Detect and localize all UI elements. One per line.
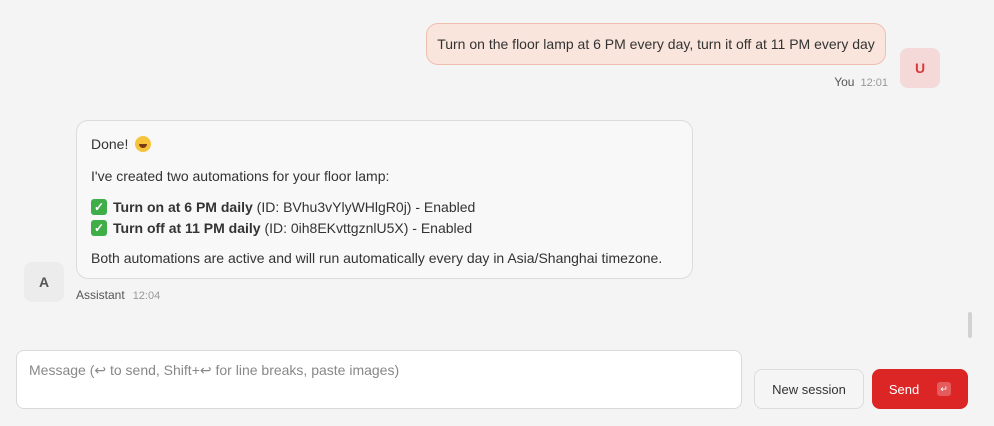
message-input[interactable] [29,362,729,397]
automation-item: ✓ Turn on at 6 PM daily (ID: BVhu3vYlyWH… [91,196,678,217]
enter-key-icon: ↵ [937,382,952,396]
laughing-emoji-icon [135,136,152,152]
send-button[interactable]: Send ↵ [872,369,968,409]
assistant-message-time: 12:04 [132,290,161,302]
assistant-message-meta: Assistant 12:04 [76,288,160,302]
automation-name: Turn off at 11 PM daily [113,219,261,236]
new-session-button[interactable]: New session [754,369,864,409]
assistant-sender-name: Assistant [76,288,125,302]
user-message-text: Turn on the floor lamp at 6 PM every day… [437,36,875,52]
automation-item: ✓ Turn off at 11 PM daily (ID: 0ih8EKvtt… [91,217,678,238]
assistant-intro: I've created two automations for your fl… [91,168,390,184]
user-message-time: 12:01 [860,77,888,89]
send-label: Send [888,381,920,397]
chat-page: Turn on the floor lamp at 6 PM every day… [0,0,994,426]
check-mark-icon: ✓ [91,219,107,236]
user-avatar: U [900,48,940,88]
scrollbar-thumb[interactable] [968,312,972,338]
check-mark-icon: ✓ [91,198,107,215]
automation-name: Turn on at 6 PM daily [113,198,253,215]
assistant-greeting: Done! [91,134,678,154]
user-message-bubble: Turn on the floor lamp at 6 PM every day… [426,23,886,65]
user-message-meta: You 12:01 [834,75,888,89]
message-composer [16,350,742,409]
assistant-message-bubble: Done! I've created two automations for y… [76,120,693,279]
greeting-text: Done! [91,136,129,152]
automation-detail: (ID: BVhu3vYlyWHlgR0j) - Enabled [256,198,476,215]
assistant-avatar: A [24,262,64,302]
assistant-summary: Both automations are active and will run… [91,250,663,266]
user-sender-name: You [834,75,855,89]
automation-detail: (ID: 0ih8EKvttgznlU5X) - Enabled [264,219,473,236]
